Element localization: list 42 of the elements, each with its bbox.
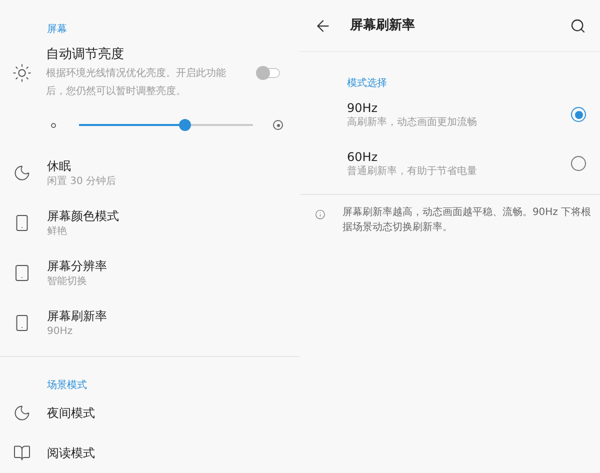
info-text: 屏幕刷新率越高，动态画面越平稳、流畅。90Hz 下将根据场景动态切换刷新率。 [342,206,592,235]
item-subtitle: 闲置 30 分钟后 [47,174,116,188]
option-subtitle: 普通刷新率，有助于节省电量 [347,164,478,178]
option-subtitle: 高刷新率，动态画面更加流畅 [347,116,478,130]
info-icon [315,207,326,222]
section-heading: 模式选择 [347,78,387,89]
item-subtitle: 90Hz [47,324,74,338]
list-item[interactable]: 阅读模式 [0,433,300,473]
search-icon[interactable] [570,18,586,34]
list-item[interactable]: 休眠 闲置 30 分钟后 [0,148,300,198]
item-title: 屏幕分辨率 [47,258,107,274]
list-item[interactable]: 屏幕分辨率 智能切换 [0,248,300,298]
section-heading: 屏幕 [47,24,67,35]
sun-icon [12,63,32,83]
radio-button[interactable] [571,107,586,122]
radio-button[interactable] [571,156,586,171]
item-title: 屏幕刷新率 [47,308,107,324]
small-sun-icon [51,122,56,128]
item-title: 阅读模式 [47,445,95,462]
large-sun-icon [273,120,283,130]
book-icon [13,444,31,462]
option-title: 60Hz [347,148,379,164]
option-title: 90Hz [347,100,379,116]
page-title: 屏幕刷新率 [350,16,416,35]
item-subtitle: 鲜艳 [47,224,68,238]
item-title: 屏幕颜色模式 [47,208,119,224]
option-row[interactable]: 60Hz 普通刷新率，有助于节省电量 [300,139,600,188]
section-heading: 场景模式 [47,380,87,391]
moon-icon [13,164,31,182]
list-item[interactable]: 屏幕刷新率 90Hz [0,298,300,348]
list-item[interactable]: 自动调节亮度 根据环境光线情况优化亮度。开启此功能后，您仍然可以暂时调整亮度。 [0,44,300,102]
list-item[interactable]: 夜间模式 [0,393,300,433]
list-item[interactable]: 屏幕颜色模式 鲜艳 [0,198,300,248]
item-subtitle: 智能切换 [47,274,88,288]
item-description: 根据环境光线情况优化亮度。开启此功能后，您仍然可以暂时调整亮度。 [46,66,227,99]
moon-icon [13,404,31,422]
toggle-switch[interactable] [258,68,280,78]
option-row[interactable]: 90Hz 高刷新率，动态画面更加流畅 [300,90,600,139]
item-title: 夜间模式 [47,405,95,422]
phone-icon [13,264,31,282]
item-title: 休眠 [47,158,72,174]
item-title: 自动调节亮度 [46,46,125,64]
